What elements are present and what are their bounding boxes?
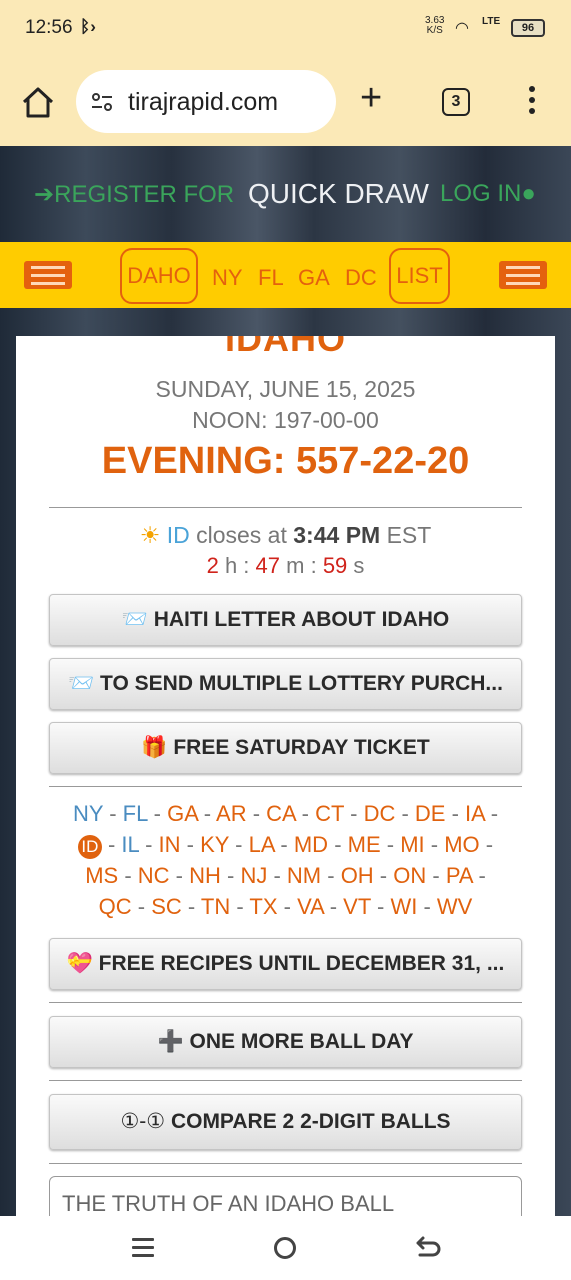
home-icon[interactable] [18,82,58,122]
divider [49,1002,522,1003]
state-link[interactable]: MI [400,832,424,857]
left-menu-icon[interactable] [24,261,72,289]
address-bar[interactable]: tirajrapid.com [76,70,336,133]
state-link[interactable]: PA [446,863,473,888]
compare-balls-button[interactable]: ①-① COMPARE 2 2-DIGIT BALLS [49,1094,522,1150]
draw-date: SUNDAY, JUNE 15, 2025 [155,376,416,402]
register-link[interactable]: ➔REGISTER FOR [34,180,234,209]
state-link[interactable]: AR [216,801,247,826]
login-link[interactable]: LOG IN● [440,180,536,208]
tab-dc[interactable]: DC [345,265,377,291]
noon-result: NOON: 197-00-00 [192,407,379,433]
overflow-menu-icon[interactable] [522,86,542,120]
battery-icon: 96 [511,19,545,37]
state-link[interactable]: NC [138,863,170,888]
back-icon[interactable] [413,1234,443,1262]
state-link[interactable]: MS [85,863,118,888]
right-menu-icon[interactable] [499,261,547,289]
sun-icon: ☀ [139,522,161,548]
circled-one-icon: ①-① [120,1110,166,1133]
state-links: NY - FL - GA - AR - CA - CT - DC - DE - … [72,801,499,919]
state-link[interactable]: TN [201,894,230,919]
state-link[interactable]: FL [123,801,148,826]
countdown-timer: 2 h : 47 m : 59 s [206,553,365,578]
state-link[interactable]: MO [444,832,479,857]
lte-signal-icon: LTE [482,16,501,27]
free-saturday-ticket-button[interactable]: 🎁 FREE SATURDAY TICKET [49,722,522,774]
state-link[interactable]: NM [287,863,321,888]
status-bar: 12:56 ᛒ› 3.63 K/S ◠ LTE 96 [0,0,571,58]
divider [49,786,522,787]
recent-apps-icon[interactable] [132,1238,154,1258]
state-link[interactable]: SC [151,894,182,919]
state-tab-bar: DAHO LIST [0,242,571,308]
one-more-ball-day-button[interactable]: ➕ ONE MORE BALL DAY [49,1016,522,1068]
browser-toolbar: tirajrapid.com + 3 [0,58,571,146]
state-link[interactable]: VA [297,894,324,919]
state-link[interactable]: ME [348,832,381,857]
new-tab-icon[interactable]: + [360,78,382,118]
site-title[interactable]: QUICK DRAW [248,178,429,210]
state-link[interactable]: VT [343,894,371,919]
state-link[interactable]: IL [121,832,139,857]
haiti-letter-button[interactable]: 📨 HAITI LETTER ABOUT IDAHO [49,594,522,646]
truth-ball-field[interactable]: THE TRUTH OF AN IDAHO BALL [49,1176,522,1216]
tab-idaho[interactable]: DAHO [120,248,198,304]
tab-fl[interactable]: FL [258,265,284,291]
state-link[interactable]: OH [341,863,374,888]
divider [49,507,522,508]
state-link[interactable]: LA [249,832,275,857]
plus-icon: ➕ [157,1030,184,1053]
current-state-badge[interactable]: ID [77,835,102,859]
system-nav-bar [0,1216,571,1280]
free-recipes-button[interactable]: 💝 FREE RECIPES UNTIL DECEMBER 31, ... [49,938,522,990]
envelope-icon: 📨 [121,608,148,631]
tab-switcher-button[interactable]: 3 [442,88,470,116]
envelope-icon: 📨 [68,672,95,695]
wifi-icon: ◠ [455,20,469,37]
state-link[interactable]: KY [200,832,229,857]
tab-ga[interactable]: GA [298,265,330,291]
state-link[interactable]: DE [415,801,446,826]
tab-ny[interactable]: NY [212,265,243,291]
evening-result: EVENING: 557-22-20 [101,440,470,482]
divider [49,1080,522,1081]
notification-icon: ᛒ› [80,17,96,36]
state-link[interactable]: MD [294,832,328,857]
state-link[interactable]: CT [315,801,344,826]
state-link[interactable]: ON [393,863,426,888]
user-icon: ● [521,180,536,207]
state-link[interactable]: WV [437,894,472,919]
tab-list[interactable]: LIST [389,248,450,304]
clock: 12:56 [25,17,73,38]
home-nav-icon[interactable] [274,1237,296,1259]
url-text: tirajrapid.com [128,88,279,116]
heart-gift-icon: 💝 [66,952,93,975]
state-link[interactable]: DC [364,801,396,826]
state-link[interactable]: IA [465,801,485,826]
multiple-purchase-button[interactable]: 📨 TO SEND MULTIPLE LOTTERY PURCH... [49,658,522,710]
state-link[interactable]: NJ [240,863,267,888]
state-link[interactable]: WI [390,894,417,919]
state-title: IDAHO [225,336,346,359]
state-link[interactable]: IN [159,832,181,857]
state-link[interactable]: NY [73,801,103,826]
closing-time: ☀ ID closes at 3:44 PM EST [139,522,432,548]
sign-in-icon: ➔ [34,181,55,208]
state-link[interactable]: NH [189,863,221,888]
state-link[interactable]: QC [99,894,132,919]
site-settings-icon[interactable] [90,90,114,114]
state-link[interactable]: GA [167,801,198,826]
results-card: IDAHO SUNDAY, JUNE 15, 2025 NOON: 197-00… [16,336,555,1216]
state-link[interactable]: CA [266,801,295,826]
state-link[interactable]: TX [249,894,277,919]
network-speed: 3.63 K/S [425,15,445,36]
divider [49,1163,522,1164]
gift-icon: 🎁 [141,736,168,759]
